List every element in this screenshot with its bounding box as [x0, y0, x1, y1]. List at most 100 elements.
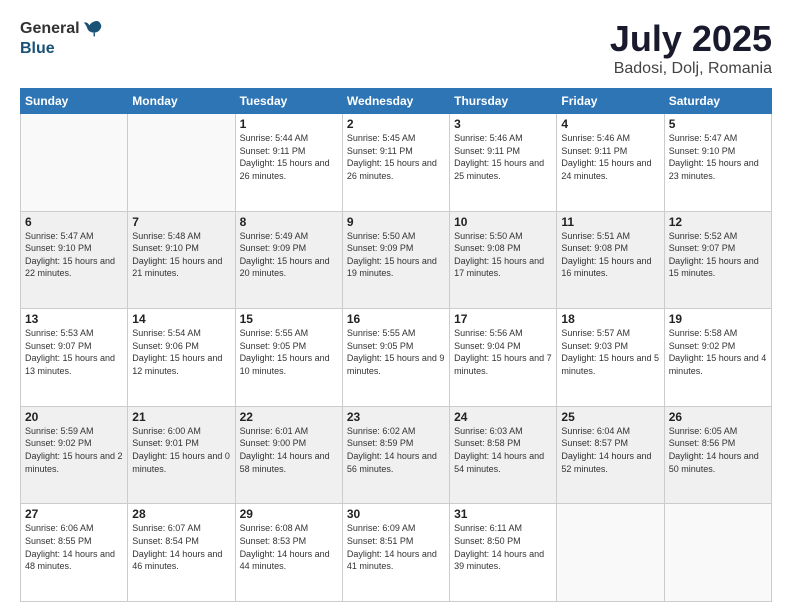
- calendar-week-row: 20Sunrise: 5:59 AM Sunset: 9:02 PM Dayli…: [21, 406, 772, 504]
- day-number: 4: [561, 117, 659, 131]
- day-number: 26: [669, 410, 767, 424]
- table-row: 14Sunrise: 5:54 AM Sunset: 9:06 PM Dayli…: [128, 309, 235, 407]
- table-row: 7Sunrise: 5:48 AM Sunset: 9:10 PM Daylig…: [128, 211, 235, 309]
- header-friday: Friday: [557, 89, 664, 114]
- table-row: 22Sunrise: 6:01 AM Sunset: 9:00 PM Dayli…: [235, 406, 342, 504]
- day-info: Sunrise: 5:56 AM Sunset: 9:04 PM Dayligh…: [454, 327, 552, 377]
- location: Badosi, Dolj, Romania: [610, 60, 772, 78]
- table-row: 9Sunrise: 5:50 AM Sunset: 9:09 PM Daylig…: [342, 211, 449, 309]
- day-info: Sunrise: 5:57 AM Sunset: 9:03 PM Dayligh…: [561, 327, 659, 377]
- day-number: 6: [25, 215, 123, 229]
- header-sunday: Sunday: [21, 89, 128, 114]
- day-number: 2: [347, 117, 445, 131]
- header-thursday: Thursday: [450, 89, 557, 114]
- day-info: Sunrise: 6:09 AM Sunset: 8:51 PM Dayligh…: [347, 522, 445, 572]
- day-info: Sunrise: 5:47 AM Sunset: 9:10 PM Dayligh…: [25, 230, 123, 280]
- header: General Blue July 2025 Badosi, Dolj, Rom…: [20, 18, 772, 78]
- day-number: 12: [669, 215, 767, 229]
- table-row: 12Sunrise: 5:52 AM Sunset: 9:07 PM Dayli…: [664, 211, 771, 309]
- page: General Blue July 2025 Badosi, Dolj, Rom…: [0, 0, 792, 612]
- day-info: Sunrise: 6:07 AM Sunset: 8:54 PM Dayligh…: [132, 522, 230, 572]
- day-info: Sunrise: 6:03 AM Sunset: 8:58 PM Dayligh…: [454, 425, 552, 475]
- day-info: Sunrise: 5:55 AM Sunset: 9:05 PM Dayligh…: [240, 327, 338, 377]
- table-row: 19Sunrise: 5:58 AM Sunset: 9:02 PM Dayli…: [664, 309, 771, 407]
- table-row: [128, 114, 235, 212]
- day-number: 19: [669, 312, 767, 326]
- table-row: [557, 504, 664, 602]
- table-row: 10Sunrise: 5:50 AM Sunset: 9:08 PM Dayli…: [450, 211, 557, 309]
- day-info: Sunrise: 5:54 AM Sunset: 9:06 PM Dayligh…: [132, 327, 230, 377]
- logo: General Blue: [20, 18, 104, 58]
- day-number: 28: [132, 507, 230, 521]
- day-number: 7: [132, 215, 230, 229]
- month-title: July 2025: [610, 18, 772, 60]
- table-row: 16Sunrise: 5:55 AM Sunset: 9:05 PM Dayli…: [342, 309, 449, 407]
- table-row: 31Sunrise: 6:11 AM Sunset: 8:50 PM Dayli…: [450, 504, 557, 602]
- logo-general: General: [20, 20, 80, 38]
- day-info: Sunrise: 5:53 AM Sunset: 9:07 PM Dayligh…: [25, 327, 123, 377]
- day-number: 18: [561, 312, 659, 326]
- day-number: 17: [454, 312, 552, 326]
- day-number: 10: [454, 215, 552, 229]
- table-row: 26Sunrise: 6:05 AM Sunset: 8:56 PM Dayli…: [664, 406, 771, 504]
- table-row: 29Sunrise: 6:08 AM Sunset: 8:53 PM Dayli…: [235, 504, 342, 602]
- day-number: 13: [25, 312, 123, 326]
- table-row: 25Sunrise: 6:04 AM Sunset: 8:57 PM Dayli…: [557, 406, 664, 504]
- calendar-week-row: 6Sunrise: 5:47 AM Sunset: 9:10 PM Daylig…: [21, 211, 772, 309]
- day-info: Sunrise: 6:06 AM Sunset: 8:55 PM Dayligh…: [25, 522, 123, 572]
- day-number: 1: [240, 117, 338, 131]
- logo-bird-icon: [82, 18, 104, 40]
- table-row: 6Sunrise: 5:47 AM Sunset: 9:10 PM Daylig…: [21, 211, 128, 309]
- title-block: July 2025 Badosi, Dolj, Romania: [610, 18, 772, 78]
- table-row: [664, 504, 771, 602]
- table-row: [21, 114, 128, 212]
- header-saturday: Saturday: [664, 89, 771, 114]
- day-info: Sunrise: 5:58 AM Sunset: 9:02 PM Dayligh…: [669, 327, 767, 377]
- day-number: 25: [561, 410, 659, 424]
- day-info: Sunrise: 5:46 AM Sunset: 9:11 PM Dayligh…: [561, 132, 659, 182]
- day-info: Sunrise: 5:52 AM Sunset: 9:07 PM Dayligh…: [669, 230, 767, 280]
- table-row: 3Sunrise: 5:46 AM Sunset: 9:11 PM Daylig…: [450, 114, 557, 212]
- table-row: 23Sunrise: 6:02 AM Sunset: 8:59 PM Dayli…: [342, 406, 449, 504]
- day-number: 27: [25, 507, 123, 521]
- day-info: Sunrise: 6:02 AM Sunset: 8:59 PM Dayligh…: [347, 425, 445, 475]
- day-info: Sunrise: 6:08 AM Sunset: 8:53 PM Dayligh…: [240, 522, 338, 572]
- table-row: 24Sunrise: 6:03 AM Sunset: 8:58 PM Dayli…: [450, 406, 557, 504]
- day-info: Sunrise: 5:44 AM Sunset: 9:11 PM Dayligh…: [240, 132, 338, 182]
- table-row: 11Sunrise: 5:51 AM Sunset: 9:08 PM Dayli…: [557, 211, 664, 309]
- day-info: Sunrise: 5:46 AM Sunset: 9:11 PM Dayligh…: [454, 132, 552, 182]
- table-row: 2Sunrise: 5:45 AM Sunset: 9:11 PM Daylig…: [342, 114, 449, 212]
- day-number: 24: [454, 410, 552, 424]
- table-row: 18Sunrise: 5:57 AM Sunset: 9:03 PM Dayli…: [557, 309, 664, 407]
- day-number: 22: [240, 410, 338, 424]
- day-number: 15: [240, 312, 338, 326]
- table-row: 17Sunrise: 5:56 AM Sunset: 9:04 PM Dayli…: [450, 309, 557, 407]
- day-info: Sunrise: 6:01 AM Sunset: 9:00 PM Dayligh…: [240, 425, 338, 475]
- day-number: 16: [347, 312, 445, 326]
- day-info: Sunrise: 5:50 AM Sunset: 9:09 PM Dayligh…: [347, 230, 445, 280]
- day-number: 20: [25, 410, 123, 424]
- table-row: 20Sunrise: 5:59 AM Sunset: 9:02 PM Dayli…: [21, 406, 128, 504]
- day-number: 9: [347, 215, 445, 229]
- header-monday: Monday: [128, 89, 235, 114]
- calendar-week-row: 13Sunrise: 5:53 AM Sunset: 9:07 PM Dayli…: [21, 309, 772, 407]
- weekday-header-row: Sunday Monday Tuesday Wednesday Thursday…: [21, 89, 772, 114]
- day-number: 11: [561, 215, 659, 229]
- day-info: Sunrise: 5:47 AM Sunset: 9:10 PM Dayligh…: [669, 132, 767, 182]
- logo-text-block: General Blue: [20, 18, 104, 58]
- day-info: Sunrise: 5:51 AM Sunset: 9:08 PM Dayligh…: [561, 230, 659, 280]
- day-info: Sunrise: 5:48 AM Sunset: 9:10 PM Dayligh…: [132, 230, 230, 280]
- table-row: 30Sunrise: 6:09 AM Sunset: 8:51 PM Dayli…: [342, 504, 449, 602]
- day-number: 3: [454, 117, 552, 131]
- day-number: 5: [669, 117, 767, 131]
- table-row: 27Sunrise: 6:06 AM Sunset: 8:55 PM Dayli…: [21, 504, 128, 602]
- day-number: 30: [347, 507, 445, 521]
- day-info: Sunrise: 5:50 AM Sunset: 9:08 PM Dayligh…: [454, 230, 552, 280]
- day-number: 31: [454, 507, 552, 521]
- table-row: 15Sunrise: 5:55 AM Sunset: 9:05 PM Dayli…: [235, 309, 342, 407]
- logo-blue: Blue: [20, 40, 55, 57]
- header-tuesday: Tuesday: [235, 89, 342, 114]
- day-info: Sunrise: 5:59 AM Sunset: 9:02 PM Dayligh…: [25, 425, 123, 475]
- day-info: Sunrise: 5:55 AM Sunset: 9:05 PM Dayligh…: [347, 327, 445, 377]
- table-row: 13Sunrise: 5:53 AM Sunset: 9:07 PM Dayli…: [21, 309, 128, 407]
